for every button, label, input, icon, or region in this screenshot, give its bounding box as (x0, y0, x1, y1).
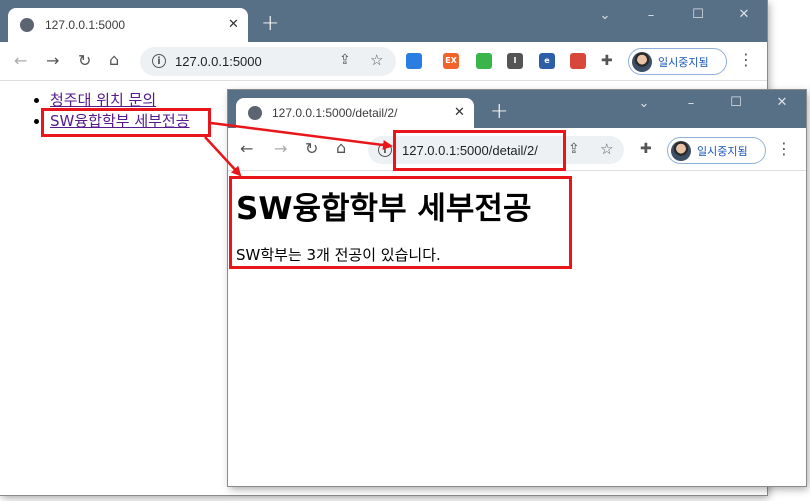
globe-icon (248, 106, 262, 120)
maximize-window-button[interactable]: ☐ (728, 95, 744, 110)
new-tab-button[interactable]: + (490, 101, 508, 123)
bookmark-star-icon[interactable]: ☆ (370, 51, 383, 69)
close-window-button[interactable]: ✕ (736, 7, 752, 22)
front-url-text: 127.0.0.1:5000/detail/2/ (402, 143, 538, 158)
back-arrow-icon[interactable]: ← (240, 140, 253, 158)
avatar (632, 51, 652, 72)
extensions-puzzle-icon[interactable]: ✚ (601, 52, 613, 70)
front-tab-title: 127.0.0.1:5000/detail/2/ (272, 106, 398, 120)
link-list: 청주대 위치 문의 SW융합학부 세부전공 (30, 90, 190, 132)
new-tab-button[interactable]: + (261, 13, 279, 35)
front-toolbar: ← → ↻ ⌂ i 127.0.0.1:5000/detail/2/ ⇪ ☆ ✚… (228, 128, 806, 171)
link-sw-major[interactable]: SW융합학부 세부전공 (50, 112, 190, 130)
close-window-button[interactable]: ✕ (774, 95, 790, 110)
back-tab-title: 127.0.0.1:5000 (45, 18, 126, 32)
close-tab-icon[interactable]: ✕ (228, 17, 239, 32)
front-profile-button[interactable]: 일시중지됨 (667, 137, 766, 164)
front-address-bar[interactable]: i 127.0.0.1:5000/detail/2/ ⇪ ☆ (368, 136, 624, 164)
close-tab-icon[interactable]: ✕ (454, 105, 465, 120)
menu-kebab-icon[interactable]: ⋮ (776, 140, 792, 158)
tab-search-chevron-icon[interactable]: ⌄ (636, 96, 652, 111)
info-icon[interactable]: i (152, 54, 166, 68)
home-icon[interactable]: ⌂ (109, 51, 119, 69)
tab-search-chevron-icon[interactable]: ⌄ (597, 8, 613, 23)
bookmark-star-icon[interactable]: ☆ (600, 140, 613, 158)
reload-icon[interactable]: ↻ (78, 52, 91, 70)
edge-extension-icon[interactable]: e (539, 53, 555, 69)
share-icon[interactable]: ⇪ (339, 52, 351, 68)
link-location-inquiry[interactable]: 청주대 위치 문의 (50, 91, 156, 109)
back-tab[interactable]: 127.0.0.1:5000 ✕ (8, 8, 248, 42)
back-url-text: 127.0.0.1:5000 (175, 54, 262, 69)
share-icon[interactable]: ⇪ (568, 141, 580, 157)
layers-extension-icon[interactable] (406, 53, 422, 69)
back-arrow-icon[interactable]: ← (14, 52, 27, 70)
info-icon[interactable]: i (378, 143, 392, 157)
dark-extension-icon[interactable]: I (507, 53, 523, 69)
profile-label: 일시중지됨 (658, 55, 709, 69)
back-title-bar: 127.0.0.1:5000 ✕ + ⌄ – ☐ ✕ (0, 0, 767, 42)
avatar (671, 140, 691, 161)
home-icon[interactable]: ⌂ (336, 139, 346, 157)
page-body-text: SW학부는 3개 전공이 있습니다. (236, 246, 441, 264)
back-address-bar[interactable]: i 127.0.0.1:5000 ⇪ ☆ (140, 47, 396, 76)
menu-kebab-icon[interactable]: ⋮ (738, 51, 754, 69)
page-title: SW융합학부 세부전공 (236, 191, 532, 227)
maximize-window-button[interactable]: ☐ (690, 7, 706, 22)
screen-extension-icon[interactable] (570, 53, 586, 69)
profile-label: 일시중지됨 (697, 144, 748, 158)
minimize-window-button[interactable]: – (643, 8, 659, 23)
front-title-bar: 127.0.0.1:5000/detail/2/ ✕ + ⌄ – ☐ ✕ (228, 90, 806, 128)
back-profile-button[interactable]: 일시중지됨 (628, 48, 727, 75)
forward-arrow-icon[interactable]: → (46, 52, 59, 70)
globe-icon (20, 18, 34, 32)
forward-arrow-icon[interactable]: → (274, 140, 287, 158)
list-item: 청주대 위치 문의 (50, 90, 190, 111)
list-item: SW융합학부 세부전공 (50, 111, 190, 132)
ex-extension-icon[interactable]: EX (443, 53, 459, 69)
front-tab[interactable]: 127.0.0.1:5000/detail/2/ ✕ (236, 98, 474, 128)
extensions-puzzle-icon[interactable]: ✚ (640, 140, 652, 158)
reload-icon[interactable]: ↻ (305, 140, 318, 158)
monitor-extension-icon[interactable] (476, 53, 492, 69)
minimize-window-button[interactable]: – (683, 96, 699, 111)
front-browser-window: 127.0.0.1:5000/detail/2/ ✕ + ⌄ – ☐ ✕ ← →… (228, 90, 806, 486)
back-toolbar: ← → ↻ ⌂ i 127.0.0.1:5000 ⇪ ☆ EX Ie ✚ 일시중지… (0, 42, 767, 81)
